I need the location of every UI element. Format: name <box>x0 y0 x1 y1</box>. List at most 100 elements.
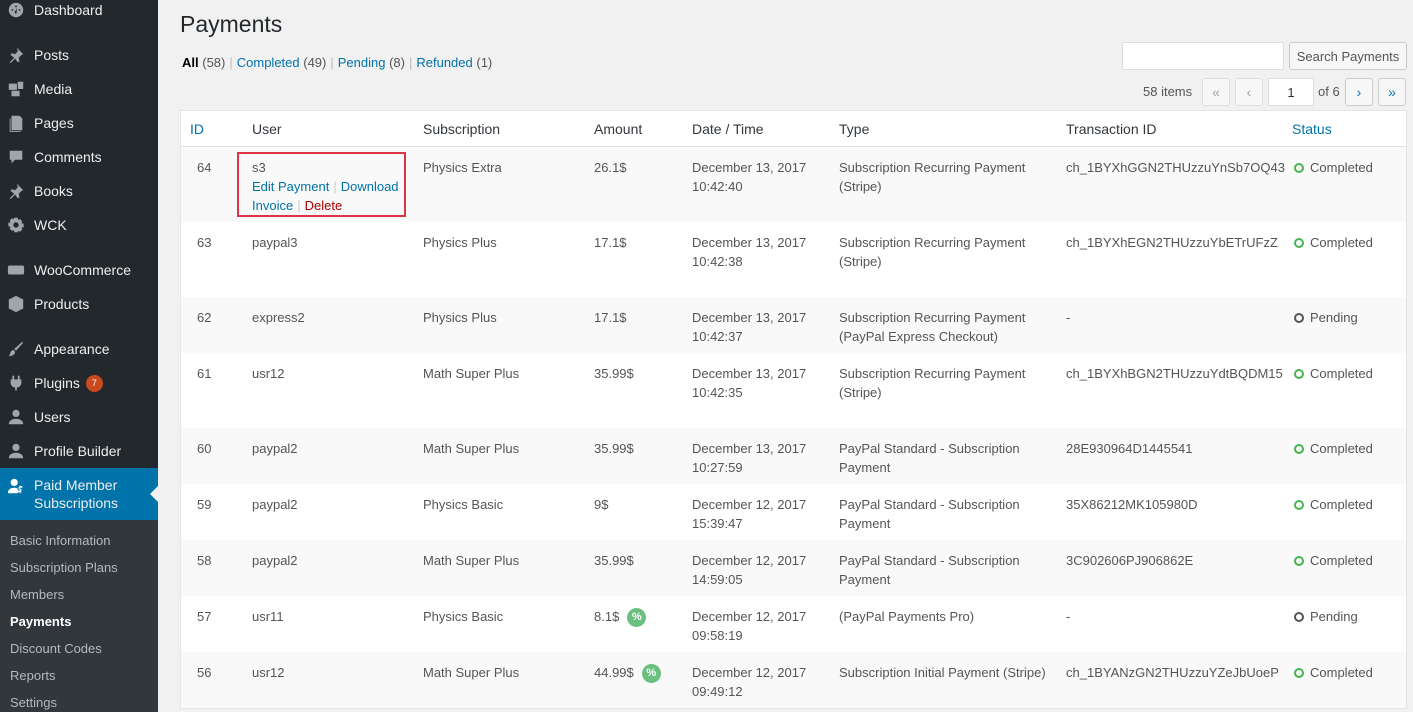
search-input[interactable] <box>1122 42 1284 70</box>
payment-user: usr12 <box>252 364 285 383</box>
view-pending[interactable]: Pending <box>338 55 386 70</box>
sidebar-item-comments[interactable]: Comments <box>0 140 158 174</box>
submenu-item-payments[interactable]: Payments <box>10 614 71 629</box>
status-circle-icon <box>1294 369 1304 379</box>
payment-status: Completed <box>1294 551 1373 570</box>
payment-subscription: Physics Plus <box>423 310 497 325</box>
sidebar-item-profile-builder[interactable]: Profile Builder <box>0 434 158 468</box>
sidebar-item-label: Paid Member Subscriptions <box>34 477 119 511</box>
column-header-id[interactable]: ID <box>190 121 204 137</box>
payment-user: express2 <box>252 308 305 327</box>
table-row: 62 express2 Physics Plus 17.1$ December 13, … <box>181 297 1406 353</box>
table-header: ID User Subscription Amount Date / Time Type T… <box>181 111 1406 147</box>
sidebar-item-dashboard[interactable]: Dashboard <box>0 0 158 27</box>
sidebar-item-pages[interactable]: Pages <box>0 106 158 140</box>
payment-time: 09:58:19 <box>692 628 743 643</box>
submenu-item-members[interactable]: Members <box>10 587 64 602</box>
submenu-item-discount-codes[interactable]: Discount Codes <box>10 641 102 656</box>
sidebar-item-users[interactable]: Users <box>0 400 158 434</box>
sidebar-item-media[interactable]: Media <box>0 72 158 106</box>
status-circle-icon <box>1294 238 1304 248</box>
payment-date: December 12, 2017 <box>692 609 807 624</box>
payment-type-line: Payment <box>839 572 891 587</box>
delete-payment-link[interactable]: Delete <box>305 198 343 213</box>
table-row: 63 paypal3 Physics Plus 17.1$ December 13, 2… <box>181 222 1406 297</box>
sidebar-item-label: WooCommerce <box>34 262 131 278</box>
submenu-item-subscription-plans[interactable]: Subscription Plans <box>10 560 118 575</box>
payments-table: ID User Subscription Amount Date / Time Type T… <box>180 110 1407 709</box>
discount-icon: % <box>641 664 661 684</box>
payment-type-line: (PayPal Express Checkout) <box>839 329 998 344</box>
payment-datetime: December 13, 2017 10:27:59 <box>692 439 806 477</box>
payment-type-line: Subscription Recurring Payment <box>839 160 1026 175</box>
payment-subscription: Math Super Plus <box>423 441 520 456</box>
download-invoice-link[interactable]: Download <box>341 179 399 194</box>
sidebar-item-products[interactable]: Products <box>0 287 158 321</box>
payment-amount: 35.99$ <box>594 364 634 383</box>
payment-amount: 26.1$ <box>594 158 627 177</box>
payment-datetime: December 12, 2017 09:58:19 <box>692 607 806 645</box>
payment-date: December 12, 2017 <box>692 665 807 680</box>
media-icon <box>6 79 26 99</box>
user-name: paypal2 <box>252 497 298 512</box>
status-circle-icon <box>1294 556 1304 566</box>
brush-icon <box>6 339 26 359</box>
member-icon <box>6 476 26 496</box>
user-name: usr12 <box>252 665 285 680</box>
payment-type-line: (Stripe) <box>839 385 882 400</box>
table-row: 59 paypal2 Physics Basic 9$ December 12, 201… <box>181 484 1406 540</box>
payment-amount: 17.1$ <box>594 308 627 327</box>
payment-status: Completed <box>1294 158 1373 177</box>
sidebar-item-label: Posts <box>34 47 70 63</box>
column-header-user: User <box>252 121 282 137</box>
payment-type-line: Subscription Recurring Payment <box>839 310 1026 325</box>
payment-status: Pending <box>1294 308 1358 327</box>
sidebar-item-books[interactable]: Books <box>0 174 158 208</box>
action-separator: | <box>333 179 337 194</box>
status-label: Completed <box>1310 553 1373 568</box>
first-page-button[interactable]: « <box>1202 78 1230 106</box>
next-page-button[interactable]: › <box>1345 78 1373 106</box>
column-header-status[interactable]: Status <box>1292 121 1332 137</box>
active-arrow <box>150 486 158 502</box>
sidebar-item-woocommerce[interactable]: WooCommerce <box>0 253 158 287</box>
payment-user: paypal2 <box>252 551 298 570</box>
amount-value: 9$ <box>594 497 609 512</box>
last-page-button[interactable]: » <box>1378 78 1406 106</box>
submenu-item-reports[interactable]: Reports <box>10 668 56 683</box>
current-page-input[interactable] <box>1268 78 1314 106</box>
sidebar-item-wck[interactable]: WCK <box>0 208 158 242</box>
sidebar-item-plugins[interactable]: Plugins 7 <box>0 366 158 400</box>
discount-icon: % <box>627 608 647 628</box>
sidebar-item-posts[interactable]: Posts <box>0 38 158 72</box>
payment-type-line: PayPal Standard - Subscription <box>839 497 1020 512</box>
view-completed[interactable]: Completed <box>237 55 300 70</box>
submenu-item-settings[interactable]: Settings <box>10 695 57 710</box>
search-payments-button[interactable]: Search Payments <box>1289 42 1407 70</box>
status-label: Completed <box>1310 441 1373 456</box>
comment-icon <box>6 147 26 167</box>
payment-type: Subscription Recurring Payment (Stripe) <box>839 364 1025 402</box>
sidebar-item-label: Appearance <box>34 341 110 357</box>
view-refunded[interactable]: Refunded <box>416 55 472 70</box>
payment-type: (PayPal Payments Pro) <box>839 607 974 626</box>
sidebar-item-appearance[interactable]: Appearance <box>0 332 158 366</box>
user-icon <box>6 441 26 461</box>
payment-type: Subscription Initial Payment (Stripe) <box>839 663 1046 682</box>
edit-payment-link[interactable]: Edit Payment <box>252 179 329 194</box>
prev-page-button[interactable]: ‹ <box>1235 78 1263 106</box>
user-name: paypal2 <box>252 553 298 568</box>
sidebar-item-paid-member-subscriptions[interactable]: Paid Member Subscriptions <box>0 468 158 520</box>
payment-id: 64 <box>197 160 212 175</box>
update-count-badge: 7 <box>85 374 103 392</box>
table-row: 57 usr11 Physics Basic 8.1$% December 12, 20… <box>181 596 1406 652</box>
submenu-item-basic-information[interactable]: Basic Information <box>10 533 110 548</box>
sidebar-item-label: WCK <box>34 217 67 233</box>
status-views: All (58) | Completed (49) | Pending (8) | Refu… <box>182 55 492 70</box>
payment-user: usr11 <box>252 607 284 626</box>
invoice-link[interactable]: Invoice <box>252 198 293 213</box>
payment-status: Completed <box>1294 495 1373 514</box>
payment-status: Completed <box>1294 663 1373 682</box>
status-label: Completed <box>1310 497 1373 512</box>
view-all[interactable]: All <box>182 55 199 70</box>
